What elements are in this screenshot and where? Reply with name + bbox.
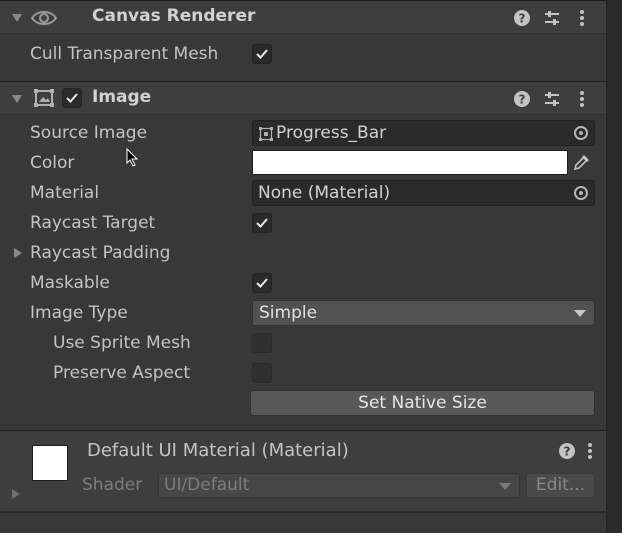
maskable-checkbox[interactable] (252, 273, 272, 293)
material-section: Default UI Material (Material) ? Shader … (0, 430, 606, 512)
material-preview (32, 445, 68, 481)
foldout-expanded-icon[interactable] (12, 14, 22, 22)
mouse-cursor-icon (126, 148, 139, 167)
dropdown-arrow-icon (499, 483, 511, 490)
raycast-target-checkbox[interactable] (252, 213, 272, 233)
use-sprite-mesh-checkbox[interactable] (252, 333, 272, 353)
source-image-field[interactable]: Progress_Bar (252, 120, 595, 146)
checkmark-icon (256, 278, 268, 288)
kebab-menu-icon[interactable] (579, 90, 585, 108)
object-picker-icon[interactable] (574, 126, 588, 140)
image-component-icon (34, 89, 54, 107)
source-image-value: Progress_Bar (276, 123, 387, 143)
svg-text:?: ? (519, 93, 526, 107)
set-native-size-button[interactable]: Set Native Size (250, 390, 595, 416)
image-type-value: Simple (259, 303, 318, 323)
sprite-icon (259, 127, 273, 141)
component-title: Canvas Renderer (92, 6, 256, 26)
raycast-padding-label[interactable]: Raycast Padding (30, 243, 170, 263)
foldout-collapsed-icon[interactable] (12, 489, 20, 499)
help-icon[interactable]: ? (514, 91, 530, 107)
component-title: Image (92, 87, 152, 107)
cull-transparent-mesh-checkbox[interactable] (252, 44, 272, 64)
canvas-renderer-header[interactable]: Canvas Renderer ? (0, 0, 606, 34)
checkmark-icon (256, 49, 268, 59)
color-field[interactable] (252, 150, 568, 175)
help-icon[interactable]: ? (514, 10, 530, 26)
eyedropper-icon[interactable] (572, 152, 592, 172)
material-title: Default UI Material (Material) (87, 440, 349, 461)
shader-dropdown[interactable]: UI/Default (158, 473, 520, 498)
kebab-menu-icon[interactable] (579, 9, 585, 27)
foldout-expanded-icon[interactable] (12, 95, 22, 103)
image-enabled-checkbox[interactable] (62, 88, 82, 108)
image-type-dropdown[interactable]: Simple (252, 300, 595, 326)
material-label: Material (30, 183, 100, 203)
svg-text:?: ? (564, 445, 571, 459)
foldout-collapsed-icon[interactable] (14, 248, 22, 258)
shader-label: Shader (82, 475, 143, 495)
material-value: None (Material) (258, 183, 391, 203)
kebab-menu-icon[interactable] (587, 442, 593, 460)
inspector-footer (0, 512, 606, 533)
maskable-label: Maskable (30, 273, 110, 293)
dropdown-arrow-icon (574, 310, 586, 317)
source-image-label: Source Image (30, 123, 148, 143)
preserve-aspect-label: Preserve Aspect (53, 363, 191, 383)
presets-icon[interactable] (544, 10, 560, 26)
eye-icon[interactable] (31, 9, 57, 27)
inspector-panel: Canvas Renderer ? Cull Transparent Mesh … (0, 0, 606, 533)
edit-shader-button[interactable]: Edit... (526, 473, 595, 498)
material-field[interactable]: None (Material) (252, 180, 595, 206)
presets-icon[interactable] (544, 91, 560, 107)
color-label: Color (30, 153, 75, 173)
help-icon[interactable]: ? (559, 443, 575, 459)
object-picker-icon[interactable] (574, 186, 588, 200)
checkmark-icon (256, 218, 268, 228)
image-header[interactable]: Image ? (0, 81, 606, 115)
preserve-aspect-checkbox[interactable] (252, 363, 272, 383)
svg-text:?: ? (519, 12, 526, 26)
raycast-target-label: Raycast Target (30, 213, 156, 233)
checkmark-icon (66, 93, 78, 103)
cull-transparent-mesh-label: Cull Transparent Mesh (30, 44, 219, 64)
scrollbar[interactable] (606, 0, 622, 533)
image-type-label: Image Type (30, 303, 128, 323)
use-sprite-mesh-label: Use Sprite Mesh (53, 333, 191, 353)
shader-value: UI/Default (164, 475, 250, 495)
